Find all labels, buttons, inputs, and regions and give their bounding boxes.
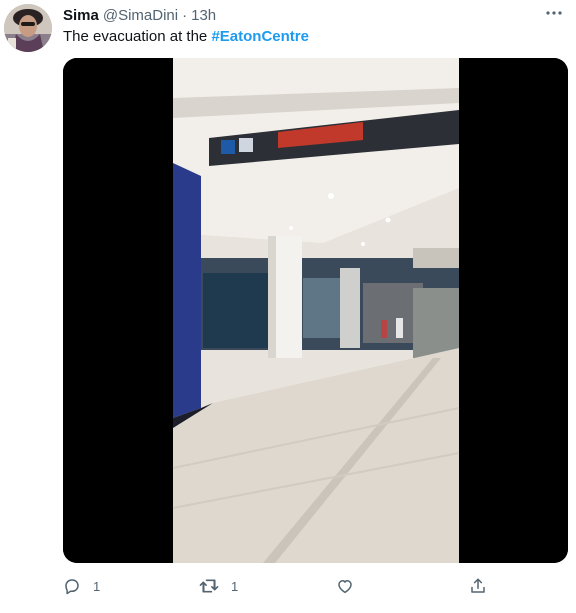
tweet-actions: 1 1 [63, 574, 503, 598]
header-separator: · [182, 6, 188, 24]
tweet[interactable]: Sima @SimaDini · 13h The evacuation at t… [0, 0, 576, 613]
more-button[interactable] [544, 6, 564, 20]
video-player[interactable] [63, 58, 568, 563]
hashtag-link[interactable]: #EatonCentre [211, 28, 309, 45]
avatar[interactable] [4, 4, 52, 52]
timestamp[interactable]: 13h [191, 7, 216, 24]
author-name[interactable]: Sima [63, 7, 99, 24]
reply-button[interactable]: 1 [63, 574, 100, 598]
like-button[interactable] [336, 574, 366, 598]
reply-count: 1 [93, 578, 101, 594]
retweet-icon [199, 579, 219, 593]
like-icon [338, 580, 352, 594]
share-icon [471, 578, 485, 593]
tweet-text: The evacuation at the #EatonCentre [63, 27, 309, 47]
reply-icon [65, 579, 79, 595]
avatar-image [4, 4, 52, 52]
author-handle[interactable]: @SimaDini [103, 7, 178, 24]
tweet-text-body: The evacuation at the [63, 28, 212, 45]
video-frame [63, 58, 568, 563]
more-icon [546, 11, 562, 15]
retweet-button[interactable]: 1 [199, 574, 238, 598]
tweet-header: Sima @SimaDini · 13h [63, 5, 216, 25]
share-button[interactable] [469, 574, 499, 598]
retweet-count: 1 [231, 578, 239, 594]
